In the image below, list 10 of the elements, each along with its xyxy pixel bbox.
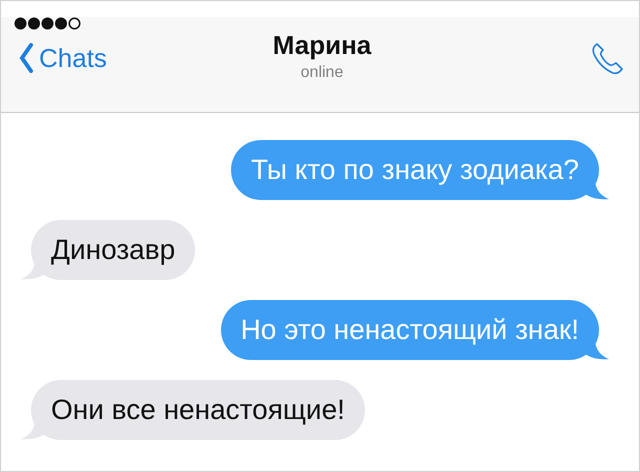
message-bubble: Динозавр [31,220,196,280]
back-button[interactable]: Chats [19,42,149,74]
message-bubble: Они все ненастоящие! [31,380,365,440]
back-chevron-icon [19,43,33,73]
message-bubble: Но это ненастоящий знак! [220,300,599,360]
signal-icon [14,17,82,30]
message-bubble: Ты кто по знаку зодиака? [231,140,599,200]
contact-name: Марина [272,30,372,61]
phone-icon[interactable] [591,41,625,75]
contact-status: online [300,64,344,82]
